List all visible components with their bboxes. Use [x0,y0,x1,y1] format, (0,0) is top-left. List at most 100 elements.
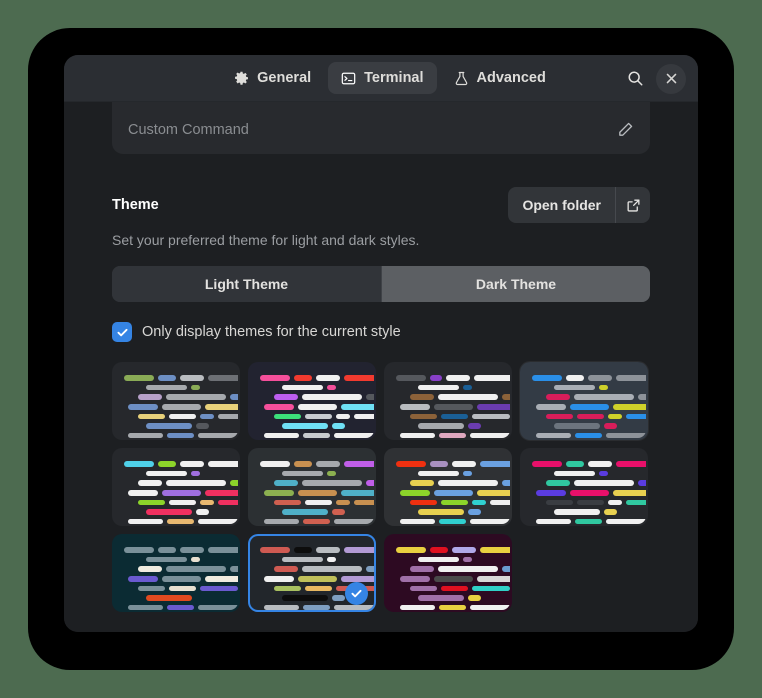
swatch-bar [167,605,194,611]
swatch-bar [205,576,240,582]
swatch-bar [208,375,240,381]
search-icon[interactable] [620,64,650,94]
theme-swatch-3[interactable] [384,362,512,440]
swatch-bar [396,566,406,572]
swatch-line [260,423,364,429]
swatch-bar [260,557,278,563]
swatch-bar [418,595,464,601]
theme-swatch-1[interactable] [112,362,240,440]
only-current-style-checkbox[interactable] [112,322,132,342]
swatch-bar [124,480,134,486]
open-folder-button[interactable]: Open folder [508,187,650,223]
theme-swatch-9[interactable] [112,534,240,612]
swatch-bar [128,433,163,439]
tab-advanced[interactable]: Advanced [441,62,559,94]
swatch-bar [477,576,512,582]
theme-swatch-2[interactable] [248,362,376,440]
swatch-bar [205,490,240,496]
swatch-bar [566,461,584,467]
swatch-bar [410,394,434,400]
swatch-bar [200,500,214,506]
swatch-line [396,423,500,429]
theme-swatch-4[interactable] [520,362,648,440]
custom-command-input[interactable]: Custom Command [128,110,617,138]
swatch-line [124,490,228,496]
swatch-bar [354,500,376,506]
swatch-bar [616,375,648,381]
swatch-bar [536,519,571,525]
swatch-bar [604,423,617,429]
dark-theme-toggle[interactable]: Dark Theme [381,266,650,302]
swatch-line [396,566,500,572]
swatch-bar [463,385,472,391]
tab-terminal[interactable]: Terminal [328,62,436,94]
swatch-bar [606,433,648,439]
swatch-bar [303,433,330,439]
swatch-bar [302,480,363,486]
swatch-bar [410,566,434,572]
swatch-line [260,413,364,419]
pencil-icon[interactable] [617,109,634,138]
swatch-line [260,490,364,496]
theme-swatch-6[interactable] [248,448,376,526]
swatch-bar [430,375,441,381]
only-current-style-row[interactable]: Only display themes for the current styl… [112,322,650,342]
swatch-bar [344,375,376,381]
swatch-bar [264,605,299,611]
swatch-bar [260,423,278,429]
swatch-bar [282,557,324,563]
swatch-line [260,566,364,572]
swatch-line [396,375,500,381]
swatch-bar [191,471,200,477]
tab-general[interactable]: General [221,62,324,94]
swatch-bar [441,500,468,506]
swatch-bar [124,586,134,592]
swatch-bar [298,576,336,582]
swatch-bar [470,519,512,525]
swatch-bar [260,595,278,601]
swatch-bar [616,461,648,467]
custom-command-row[interactable]: Custom Command [112,102,650,154]
swatch-bar [138,414,165,420]
swatch-bar [344,461,376,467]
swatch-line [260,509,364,515]
swatch-bar [477,490,512,496]
swatch-bar [274,586,301,592]
swatch-line [396,605,500,611]
light-theme-toggle[interactable]: Light Theme [112,266,381,302]
header-actions [620,55,686,102]
swatch-line [260,557,364,563]
swatch-bar [418,509,464,515]
swatch-bar [608,414,622,420]
theme-swatch-7[interactable] [384,448,512,526]
swatch-bar [410,500,437,506]
swatch-line [124,595,228,601]
swatch-bar [230,394,240,400]
swatch-bar [146,471,188,477]
theme-swatch-8[interactable] [520,448,648,526]
swatch-bar [191,385,200,391]
settings-scroll-area[interactable]: Custom Command Theme Open folder [64,102,698,632]
swatch-line [396,576,500,582]
swatch-bar [434,404,472,410]
swatch-bar [180,375,204,381]
swatch-line [396,557,500,563]
external-link-icon[interactable] [616,187,650,223]
close-icon[interactable] [656,64,686,94]
swatch-bar [410,480,434,486]
swatch-bar [302,566,363,572]
swatch-bar [303,605,330,611]
swatch-bar [480,461,512,467]
swatch-bar [434,490,472,496]
swatch-bar [205,404,240,410]
swatch-line [124,413,228,419]
theme-swatch-5[interactable] [112,448,240,526]
swatch-bar [532,375,562,381]
swatch-bar [546,480,570,486]
swatch-bar [124,375,154,381]
theme-swatch-11[interactable] [384,534,512,612]
swatch-bar [474,375,512,381]
theme-swatch-10[interactable] [248,534,376,612]
swatch-line [260,519,364,525]
swatch-line [124,547,228,553]
